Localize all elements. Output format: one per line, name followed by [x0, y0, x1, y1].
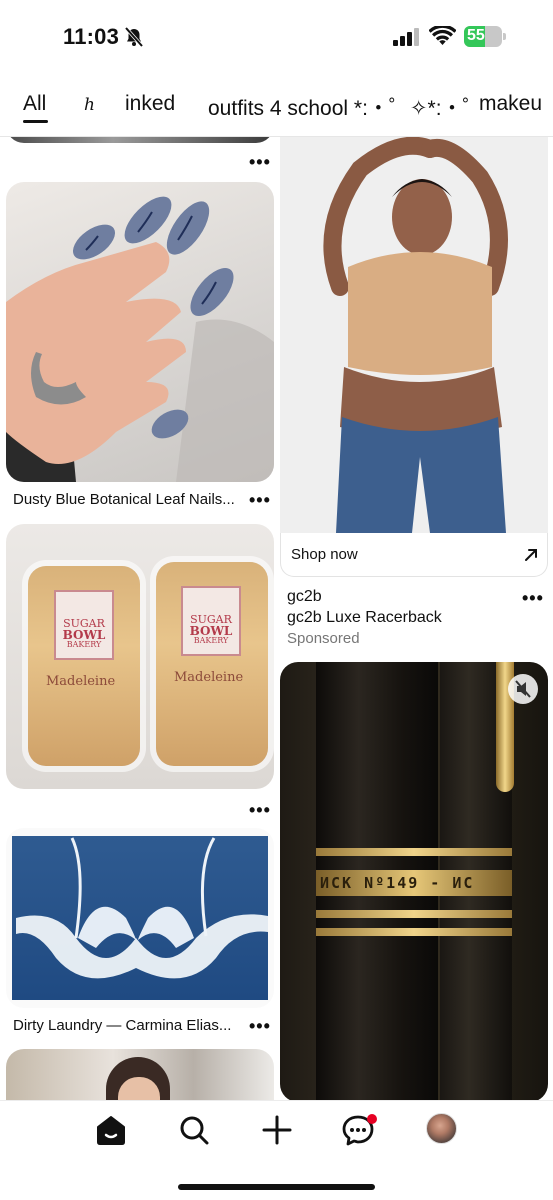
nails-illustration	[6, 196, 274, 482]
pen-gold-band: ИСК Nº149 - ИС	[316, 848, 512, 936]
home-indicator	[178, 1184, 375, 1190]
bottom-navigation	[0, 1100, 553, 1200]
madeleine-label-left: SUGAR BOWL BAKERY	[54, 590, 114, 660]
external-arrow-icon	[525, 549, 537, 561]
madeleine-label-right: SUGAR BOWL BAKERY	[181, 586, 241, 656]
pin-more-options-button[interactable]: •••	[249, 1017, 271, 1035]
advertiser-name[interactable]: gc2b	[287, 588, 322, 606]
mute-button[interactable]	[508, 674, 538, 704]
create-plus-icon[interactable]	[259, 1114, 295, 1146]
madeleine-product-right: Madeleine	[174, 670, 244, 685]
tab-makeup[interactable]: makeu	[479, 92, 542, 116]
speaker-muted-icon	[515, 680, 531, 698]
home-feed[interactable]: ••• Dusty Blue Botanical Leaf Nails... •…	[0, 137, 553, 1100]
wifi-icon	[429, 26, 456, 45]
pin-image-gc2b-ad[interactable]	[280, 137, 548, 533]
pin-image-pen-video[interactable]: ИСК Nº149 - ИС	[280, 662, 548, 1100]
ad-title[interactable]: gc2b Luxe Racerback	[287, 609, 442, 627]
pin-image-partial[interactable]	[6, 137, 274, 143]
cellular-signal-icon	[393, 28, 419, 46]
search-icon[interactable]	[176, 1114, 212, 1146]
model-illustration	[323, 137, 508, 533]
pen-engraving: ИСК Nº149 - ИС	[320, 874, 475, 892]
battery-level: 55	[467, 27, 485, 44]
status-bar: 11:03 55	[0, 0, 553, 70]
pin-image-madeleines[interactable]: SUGAR BOWL BAKERY Madeleine SUGAR BOWL B…	[6, 524, 274, 789]
pin-more-options-button[interactable]: •••	[249, 801, 271, 819]
shop-now-bar[interactable]: Shop now	[280, 533, 548, 577]
pin-title[interactable]: Dusty Blue Botanical Leaf Nails...	[13, 491, 235, 508]
madeleine-product-left: Madeleine	[46, 674, 116, 689]
pin-title[interactable]: Dirty Laundry — Carmina Elias...	[13, 1017, 231, 1034]
active-tab-indicator	[23, 120, 48, 123]
home-icon[interactable]	[93, 1114, 129, 1146]
tab-outfits-4-school[interactable]: outfits 4 school *:・゜✧*:・゜	[208, 92, 484, 122]
pin-image-nails[interactable]	[6, 182, 274, 482]
shop-now-label: Shop now	[291, 546, 358, 563]
cyanotype-bra-shape	[16, 837, 268, 979]
profile-avatar[interactable]	[426, 1113, 457, 1144]
silent-bell-icon	[124, 26, 144, 48]
pin-image-cyanotype[interactable]	[6, 828, 274, 1008]
pin-more-options-button[interactable]: •••	[522, 589, 544, 607]
tab-inked[interactable]: inked	[125, 92, 175, 116]
status-time: 11:03	[63, 24, 120, 49]
messages-icon[interactable]	[341, 1114, 377, 1146]
board-tabs: All h inked outfits 4 school *:・゜✧*:・゜ m…	[0, 80, 553, 130]
sponsored-label: Sponsored	[287, 630, 360, 647]
pin-image-partial[interactable]	[6, 1049, 274, 1100]
pin-more-options-button[interactable]: •••	[249, 153, 271, 171]
tab-h[interactable]: h	[84, 95, 95, 115]
tab-all[interactable]: All	[23, 92, 46, 116]
battery-indicator: 55	[464, 26, 506, 47]
pin-more-options-button[interactable]: •••	[249, 491, 271, 509]
